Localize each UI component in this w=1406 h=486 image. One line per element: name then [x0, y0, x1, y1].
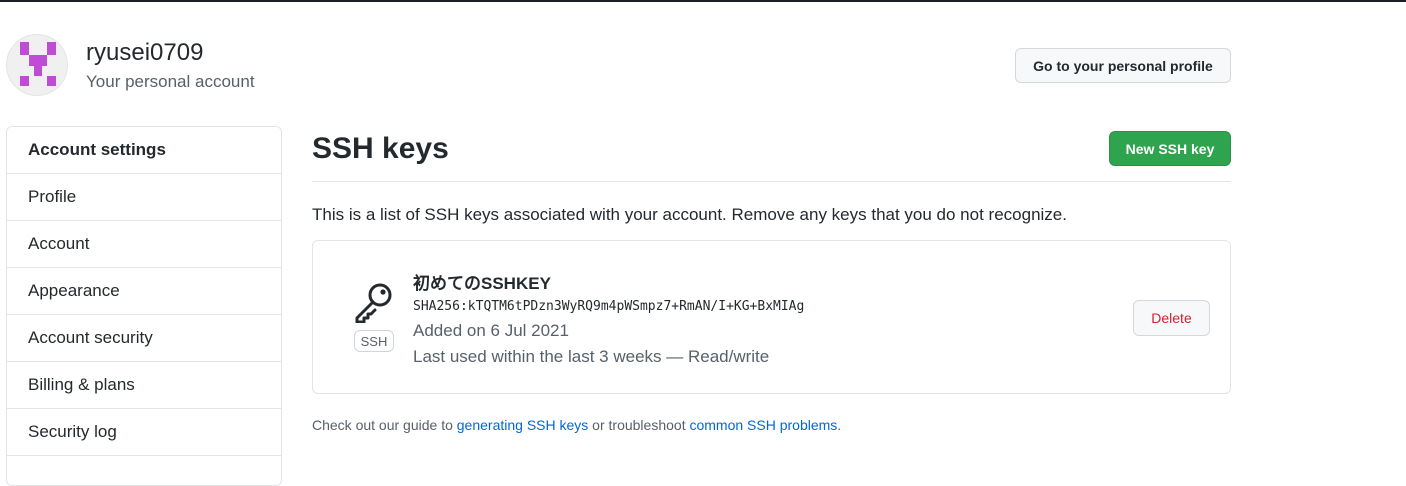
account-subtitle: Your personal account [86, 72, 255, 91]
help-note: Check out our guide to generating SSH ke… [312, 417, 841, 433]
help-note-middle: or troubleshoot [588, 417, 690, 433]
settings-sidebar: Account settings Profile Account Appeara… [6, 126, 282, 486]
help-note-prefix: Check out our guide to [312, 417, 457, 433]
ssh-key-item: SSH 初めてのSSHKEY SHA256:kTQTM6tPDzn3WyRQ9m… [312, 240, 1231, 394]
new-ssh-key-button[interactable]: New SSH key [1109, 131, 1231, 166]
ssh-key-added-date: Added on 6 Jul 2021 [413, 321, 569, 340]
delete-ssh-key-button[interactable]: Delete [1133, 300, 1210, 336]
sidebar-item-account-security[interactable]: Account security [7, 315, 281, 362]
avatar[interactable] [6, 34, 68, 96]
sidebar-item-security-log[interactable]: Security log [7, 409, 281, 456]
title-divider [312, 181, 1231, 182]
ssh-key-fingerprint: SHA256:kTQTM6tPDzn3WyRQ9m4pWSmpz7+RmAN/I… [413, 299, 805, 314]
sidebar-item-account[interactable]: Account [7, 221, 281, 268]
ssh-type-badge: SSH [354, 330, 394, 352]
sidebar-item-profile[interactable]: Profile [7, 174, 281, 221]
common-ssh-problems-link[interactable]: common SSH problems [689, 417, 837, 433]
go-to-profile-button[interactable]: Go to your personal profile [1015, 48, 1231, 83]
account-username[interactable]: ryusei0709 [86, 39, 203, 67]
top-border [0, 0, 1406, 2]
sidebar-item-billing-plans[interactable]: Billing & plans [7, 362, 281, 409]
help-note-suffix: . [837, 417, 842, 433]
generating-ssh-keys-link[interactable]: generating SSH keys [457, 417, 589, 433]
page-title: SSH keys [312, 132, 449, 165]
ssh-key-title: 初めてのSSHKEY [413, 274, 551, 293]
sidebar-item-appearance[interactable]: Appearance [7, 268, 281, 315]
identicon-icon [20, 42, 56, 86]
page-description: This is a list of SSH keys associated wi… [312, 205, 1067, 224]
key-icon [355, 283, 392, 323]
ssh-key-last-used: Last used within the last 3 weeks — Read… [413, 347, 770, 366]
sidebar-header-account-settings: Account settings [7, 127, 281, 174]
